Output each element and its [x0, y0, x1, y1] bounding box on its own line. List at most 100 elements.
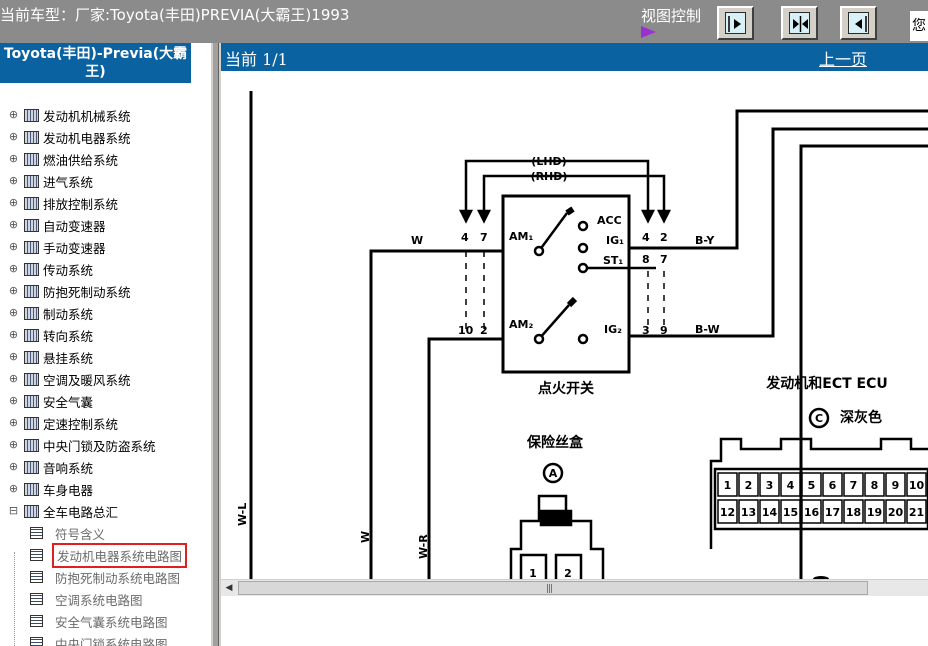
- tree-child-label: 安全气囊系统电路图: [55, 614, 168, 630]
- tree-item[interactable]: ⊕ 定速控制系统: [8, 413, 118, 433]
- tree-item-label: 手动变速器: [43, 240, 106, 256]
- tree-item-label: 定速控制系统: [43, 416, 119, 432]
- tree-item[interactable]: ⊕ 制动系统: [8, 303, 93, 323]
- tree-item-label: 防抱死制动系统: [43, 284, 131, 300]
- split-view-button[interactable]: [781, 6, 818, 40]
- expand-icon[interactable]: ⊕: [8, 439, 19, 451]
- arrow-right-icon: [725, 12, 746, 34]
- expand-icon[interactable]: ⊕: [8, 395, 19, 407]
- am2-terminal: AM₂: [509, 318, 533, 331]
- tree-item[interactable]: ⊕ 安全气囊: [8, 391, 93, 411]
- splitter-grip[interactable]: [213, 43, 219, 646]
- ecu-pin-number: 6: [829, 479, 837, 492]
- expand-right-button[interactable]: [717, 6, 754, 40]
- tree-item[interactable]: ⊕ 手动变速器: [8, 237, 106, 257]
- scroll-left-icon[interactable]: ◀: [223, 582, 235, 594]
- tree-child-item[interactable]: 空调系统电路图: [30, 589, 143, 609]
- expand-icon[interactable]: ⊕: [8, 241, 19, 253]
- tree-item-label: 进气系统: [43, 174, 94, 190]
- user-greeting: 您: [910, 11, 928, 41]
- ecu-label: 发动机和ECT ECU: [765, 375, 887, 392]
- tree-item[interactable]: ⊕ 发动机电器系统: [8, 127, 131, 147]
- tree-item[interactable]: ⊕ 进气系统: [8, 171, 93, 191]
- tree-child-item[interactable]: 中央门锁系统电路图: [30, 633, 168, 646]
- tree-item[interactable]: ⊕ 悬挂系统: [8, 347, 93, 367]
- pin-label: 8: [642, 253, 650, 266]
- tree-item[interactable]: ⊕ 防抱死制动系统: [8, 281, 131, 301]
- page-icon: [30, 549, 43, 561]
- ig1-terminal: IG₁: [606, 234, 624, 247]
- pane-splitter[interactable]: [210, 43, 221, 646]
- expand-icon[interactable]: ⊕: [8, 483, 19, 495]
- book-icon: [24, 284, 39, 298]
- tree-item[interactable]: ⊕ 发动机机械系统: [8, 105, 131, 125]
- ecu-pin-number: 9: [892, 479, 900, 492]
- wire-color-label: B-Y: [695, 234, 715, 247]
- scrollbar-thumb[interactable]: |||: [238, 581, 868, 595]
- wiring-diagram-viewer[interactable]: 1 2 3 4 5 6 7 8 9 10 12 13 14 15 16 17 18 19 20 21 (LHD) (R…: [221, 71, 928, 579]
- viewer-header: 当前 1/1 上一页: [221, 43, 928, 71]
- tree-item[interactable]: ⊕ 音响系统: [8, 457, 93, 477]
- collapse-icon[interactable]: ⊟: [8, 505, 19, 517]
- book-icon: [24, 394, 39, 408]
- tree-child-item[interactable]: 符号含义: [30, 523, 105, 543]
- tree-item[interactable]: ⊟ 全车电路总汇: [8, 501, 118, 521]
- tree-child-item[interactable]: 安全气囊系统电路图: [30, 611, 168, 631]
- tree-child-label: 防抱死制动系统电路图: [55, 570, 181, 586]
- tree-item[interactable]: ⊕ 燃油供给系统: [8, 149, 118, 169]
- expand-icon[interactable]: ⊕: [8, 351, 19, 363]
- ecu-pin-number: 8: [871, 479, 879, 492]
- tree-item[interactable]: ⊕ 车身电器: [8, 479, 93, 499]
- sidebar: Toyota(丰田)-Previa(大霸王) ⊕ 发动机机械系统 ⊕ 发动机电器系统 ⊕…: [0, 43, 210, 646]
- expand-icon[interactable]: ⊕: [8, 285, 19, 297]
- expand-icon[interactable]: ⊕: [8, 219, 19, 231]
- ecu-pin-number: 12: [720, 506, 735, 519]
- tree-item[interactable]: ⊕ 排放控制系统: [8, 193, 118, 213]
- current-vehicle-title: 当前车型：厂家:Toyota(丰田)PREVIA(大霸王)1993: [0, 6, 350, 24]
- tree-child-item[interactable]: 发动机电器系统电路图: [30, 542, 188, 568]
- pin-label: 2: [660, 231, 668, 244]
- wire-color-label: W-L: [236, 503, 249, 526]
- ecu-pin-number: 10: [909, 479, 925, 492]
- ecu-pin-number: 18: [846, 506, 861, 519]
- tree-item[interactable]: ⊕ 传动系统: [8, 259, 93, 279]
- expand-icon[interactable]: ⊕: [8, 417, 19, 429]
- ecu-connector-color: 深灰色: [840, 409, 882, 426]
- prev-page-link[interactable]: 上一页: [819, 46, 867, 70]
- tree-item-label: 中央门锁及防盗系统: [43, 438, 156, 454]
- arrow-left-icon: [848, 12, 869, 34]
- pin-label: 4: [461, 231, 469, 244]
- book-icon: [24, 218, 39, 232]
- book-icon: [24, 328, 39, 342]
- tree-item[interactable]: ⊕ 自动变速器: [8, 215, 106, 235]
- expand-icon[interactable]: ⊕: [8, 131, 19, 143]
- expand-icon[interactable]: ⊕: [8, 153, 19, 165]
- expand-icon[interactable]: ⊕: [8, 109, 19, 121]
- tree-item-label: 自动变速器: [43, 218, 106, 234]
- expand-icon[interactable]: ⊕: [8, 461, 19, 473]
- rhd-label: (RHD): [531, 170, 568, 183]
- book-icon: [24, 108, 39, 122]
- fuse-connector-code: A: [549, 467, 558, 480]
- fuse-box-label: 保险丝盒: [526, 434, 584, 451]
- ignition-switch-label: 点火开关: [538, 380, 594, 397]
- expand-icon[interactable]: ⊕: [8, 263, 19, 275]
- book-icon: [24, 152, 39, 166]
- horizontal-scrollbar[interactable]: ◀ |||: [221, 579, 928, 596]
- expand-icon[interactable]: ⊕: [8, 373, 19, 385]
- tree-item[interactable]: ⊕ 空调及暖风系统: [8, 369, 131, 389]
- ecu-connector-code: C: [815, 412, 823, 425]
- expand-icon[interactable]: ⊕: [8, 197, 19, 209]
- expand-icon[interactable]: ⊕: [8, 175, 19, 187]
- wiring-diagram: 1 2 3 4 5 6 7 8 9 1012 13 14 15 16 17 18 19 20 21 (LHD) (R…: [236, 91, 928, 579]
- expand-left-button[interactable]: [840, 6, 877, 40]
- expand-icon[interactable]: ⊕: [8, 307, 19, 319]
- tree-item[interactable]: ⊕ 转向系统: [8, 325, 93, 345]
- sidebar-title: Toyota(丰田)-Previa(大霸王): [0, 43, 191, 83]
- tree-item-label: 燃油供给系统: [43, 152, 119, 168]
- tree-child-item[interactable]: 防抱死制动系统电路图: [30, 567, 180, 587]
- expand-icon[interactable]: ⊕: [8, 329, 19, 341]
- tree-item[interactable]: ⊕ 中央门锁及防盗系统: [8, 435, 156, 455]
- book-icon: [24, 482, 39, 496]
- tree-item-label: 发动机机械系统: [43, 108, 131, 124]
